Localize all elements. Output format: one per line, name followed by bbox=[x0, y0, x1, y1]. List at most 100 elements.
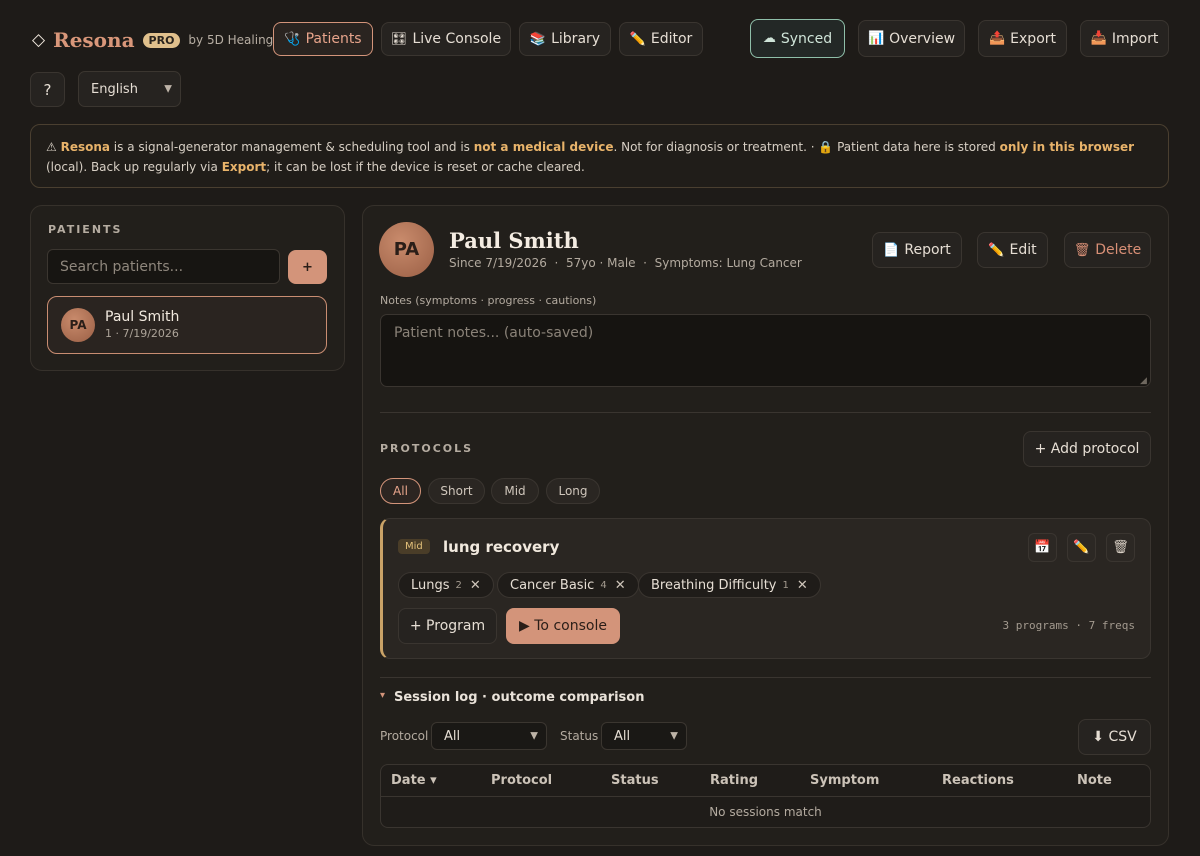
pencil-icon[interactable]: ✏️ bbox=[1067, 533, 1096, 562]
pro-badge: PRO bbox=[142, 32, 181, 48]
protocol-filter-label: Protocol bbox=[380, 729, 429, 743]
inbox-icon: 📥 bbox=[1090, 31, 1107, 46]
table-divider bbox=[381, 796, 1150, 797]
edit-button[interactable]: ✏️ Edit bbox=[977, 232, 1048, 268]
delete-button[interactable]: 🗑 Delete bbox=[1064, 232, 1151, 268]
import-button[interactable]: 📥 Import bbox=[1080, 20, 1169, 57]
tag-count: 2 bbox=[455, 579, 462, 591]
add-patient-button[interactable]: + bbox=[288, 250, 327, 284]
filter-short[interactable]: Short bbox=[428, 478, 485, 504]
notice-text: . Not for diagnosis or treatment. · 🔒 Pa… bbox=[613, 140, 1000, 154]
program-tag[interactable]: Lungs 2 ✕ bbox=[398, 572, 494, 598]
notes-textarea[interactable]: Patient notes... (auto-saved) bbox=[380, 314, 1151, 387]
col-status: Status bbox=[611, 773, 659, 788]
col-date[interactable]: Date ▾ bbox=[391, 773, 437, 788]
tab-editor[interactable]: ✏️ Editor bbox=[619, 22, 703, 56]
protocols-title: PROTOCOLS bbox=[380, 442, 474, 455]
export-button[interactable]: 📤 Export bbox=[978, 20, 1067, 57]
stethoscope-icon: 🩺 bbox=[284, 31, 301, 47]
tab-library[interactable]: 📚 Library bbox=[519, 22, 611, 56]
empty-state-text: No sessions match bbox=[709, 805, 822, 819]
notes-label: Notes (symptoms · progress · cautions) bbox=[380, 294, 597, 307]
session-log-title[interactable]: Session log · outcome comparison bbox=[394, 690, 645, 705]
document-icon: 📄 bbox=[883, 242, 900, 258]
pencil-icon: ✏️ bbox=[629, 31, 646, 47]
col-reactions: Reactions bbox=[942, 773, 1014, 788]
warning-icon: ⚠ bbox=[46, 140, 61, 154]
patient-meta: 1 · 7/19/2026 bbox=[105, 327, 179, 340]
status-filter-select[interactable]: All ▼ bbox=[601, 722, 687, 750]
resize-handle-icon[interactable]: ◢ bbox=[1140, 376, 1147, 386]
to-console-button[interactable]: ▶ To console bbox=[506, 608, 620, 644]
books-icon: 📚 bbox=[529, 31, 547, 47]
chart-icon: 📊 bbox=[867, 31, 885, 46]
add-program-button[interactable]: + Program bbox=[398, 608, 497, 644]
synced-button[interactable]: ☁ Synced bbox=[750, 19, 845, 58]
tag-label: Cancer Basic bbox=[510, 577, 595, 593]
sidebar-title: PATIENTS bbox=[48, 223, 123, 236]
trash-icon: 🗑 bbox=[1073, 242, 1091, 258]
status-filter-label: Status bbox=[560, 729, 599, 743]
patient-name: Paul Smith bbox=[105, 309, 180, 325]
edit-label: Edit bbox=[1009, 242, 1037, 258]
close-icon[interactable]: ✕ bbox=[797, 578, 808, 593]
cloud-icon: ☁ bbox=[762, 31, 776, 46]
add-protocol-button[interactable]: + Add protocol bbox=[1023, 431, 1151, 467]
synced-label: Synced bbox=[780, 30, 833, 47]
disclaimer-notice: ⚠ Resona is a signal-generator managemen… bbox=[30, 124, 1169, 188]
language-value: English bbox=[91, 81, 138, 97]
filter-all[interactable]: All bbox=[380, 478, 421, 504]
protocol-summary: 3 programs · 7 freqs bbox=[1002, 619, 1135, 632]
filter-long[interactable]: Long bbox=[546, 478, 600, 504]
filter-mid[interactable]: Mid bbox=[491, 478, 539, 504]
close-icon[interactable]: ✕ bbox=[470, 578, 481, 593]
notice-text: Resona bbox=[60, 140, 110, 154]
col-protocol: Protocol bbox=[491, 773, 553, 788]
report-button[interactable]: 📄 Report bbox=[872, 232, 962, 268]
notice-text: only in this browser bbox=[999, 140, 1135, 154]
close-icon[interactable]: ✕ bbox=[615, 578, 626, 593]
chevron-down-icon: ▼ bbox=[164, 83, 172, 95]
divider bbox=[380, 677, 1151, 678]
duration-badge: Mid bbox=[398, 539, 430, 554]
csv-download-button[interactable]: ⬇ CSV bbox=[1078, 719, 1151, 755]
page-title: Paul Smith bbox=[449, 228, 579, 253]
tab-live-console[interactable]: 🎛 Live Console bbox=[381, 22, 511, 56]
select-value: All bbox=[614, 728, 631, 744]
col-symptom: Symptom bbox=[810, 773, 880, 788]
program-tag[interactable]: Cancer Basic 4 ✕ bbox=[497, 572, 639, 598]
notice-text: not a medical device bbox=[473, 140, 614, 154]
program-tag[interactable]: Breathing Difficulty 1 ✕ bbox=[638, 572, 821, 598]
tag-count: 1 bbox=[782, 579, 789, 591]
calendar-icon[interactable]: 📅 bbox=[1028, 533, 1057, 562]
notice-text: Export bbox=[221, 160, 267, 174]
language-select[interactable]: English ▼ bbox=[78, 71, 181, 107]
select-value: All bbox=[444, 728, 461, 744]
console-icon: 🎛 bbox=[390, 31, 408, 47]
brand-diamond-icon: ◇ bbox=[32, 30, 46, 50]
overview-button[interactable]: 📊 Overview bbox=[858, 20, 965, 57]
search-input[interactable]: Search patients... bbox=[47, 249, 280, 284]
brand-name: Resona bbox=[53, 28, 135, 52]
avatar: PA bbox=[61, 308, 95, 342]
chevron-down-icon: ▼ bbox=[670, 730, 678, 742]
overview-label: Overview bbox=[889, 30, 956, 47]
pencil-icon: ✏️ bbox=[988, 242, 1005, 258]
tab-patients[interactable]: 🩺 Patients bbox=[273, 22, 373, 56]
collapse-caret-icon[interactable]: ▾ bbox=[380, 690, 385, 701]
avatar: PA bbox=[379, 222, 434, 277]
brand: ◇ Resona PRO by 5D Healing bbox=[32, 24, 273, 56]
export-label: Export bbox=[1010, 30, 1056, 47]
notice-text: (local). Back up regularly via bbox=[46, 160, 222, 174]
divider bbox=[380, 412, 1151, 413]
col-note: Note bbox=[1077, 773, 1112, 788]
outbox-icon: 📤 bbox=[988, 31, 1006, 46]
tag-label: Lungs bbox=[411, 577, 450, 593]
trash-icon[interactable]: 🗑 bbox=[1106, 533, 1135, 562]
protocol-name: lung recovery bbox=[443, 538, 560, 556]
protocol-filter-select[interactable]: All ▼ bbox=[431, 722, 547, 750]
tab-label: Live Console bbox=[412, 31, 502, 47]
help-button[interactable]: ? bbox=[30, 72, 65, 107]
delete-label: Delete bbox=[1095, 242, 1142, 258]
notice-text: ; it can be lost if the device is reset … bbox=[266, 160, 585, 174]
